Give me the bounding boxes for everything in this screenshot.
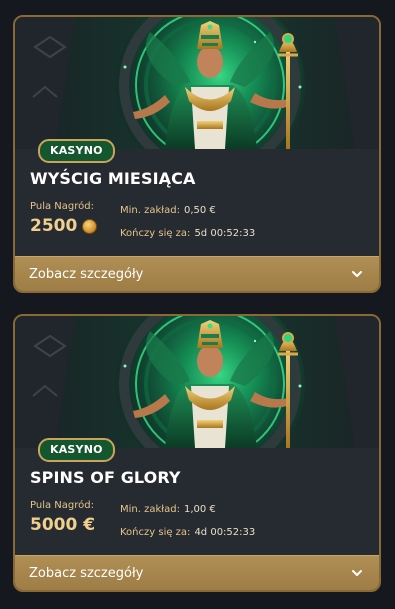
ends-in-value: 4d 00:52:33 xyxy=(194,527,256,538)
ends-in-row: Kończy się za: 4d 00:52:33 xyxy=(120,527,255,538)
min-bet-value: 0,50 € xyxy=(183,205,216,216)
pharaoh-banner-image xyxy=(15,17,379,149)
min-bet-row: Min. zakład: 1,00 € xyxy=(120,504,216,515)
tournament-card: KASYNO SPINS OF GLORY Pula Nagród: 5000 … xyxy=(13,314,381,592)
prize-pool-amount: 5000 € xyxy=(30,515,96,535)
coin-icon xyxy=(82,218,98,234)
min-bet-label: Min. zakład: xyxy=(120,504,180,515)
prize-pool-label: Pula Nagród: xyxy=(30,500,94,511)
prize-pool-amount: 2500 xyxy=(30,216,78,236)
prize-pool-value: 2500 xyxy=(30,216,98,236)
see-details-label: Zobacz szczegóły xyxy=(29,266,144,282)
see-details-label: Zobacz szczegóły xyxy=(29,565,144,581)
ends-in-label: Kończy się za: xyxy=(120,527,191,538)
prize-pool-label: Pula Nagród: xyxy=(30,201,94,212)
see-details-button[interactable]: Zobacz szczegóły xyxy=(15,256,379,291)
ends-in-value: 5d 00:52:33 xyxy=(194,228,256,239)
tournament-title: SPINS OF GLORY xyxy=(30,468,181,487)
min-bet-value: 1,00 € xyxy=(183,504,216,515)
chevron-down-icon xyxy=(352,271,362,277)
ends-in-row: Kończy się za: 5d 00:52:33 xyxy=(120,228,255,239)
prize-pool-value: 5000 € xyxy=(30,515,95,535)
tournament-card: KASYNO WYŚCIG MIESIĄCA Pula Nagród: 2500… xyxy=(13,15,381,293)
chevron-down-icon xyxy=(352,570,362,576)
min-bet-row: Min. zakład: 0,50 € xyxy=(120,205,216,216)
see-details-button[interactable]: Zobacz szczegóły xyxy=(15,555,379,590)
tournament-title: WYŚCIG MIESIĄCA xyxy=(30,169,196,188)
min-bet-label: Min. zakład: xyxy=(120,205,180,216)
ends-in-label: Kończy się za: xyxy=(120,228,191,239)
pharaoh-banner-image xyxy=(15,316,379,448)
category-badge: KASYNO xyxy=(38,139,115,163)
category-badge: KASYNO xyxy=(38,438,115,462)
